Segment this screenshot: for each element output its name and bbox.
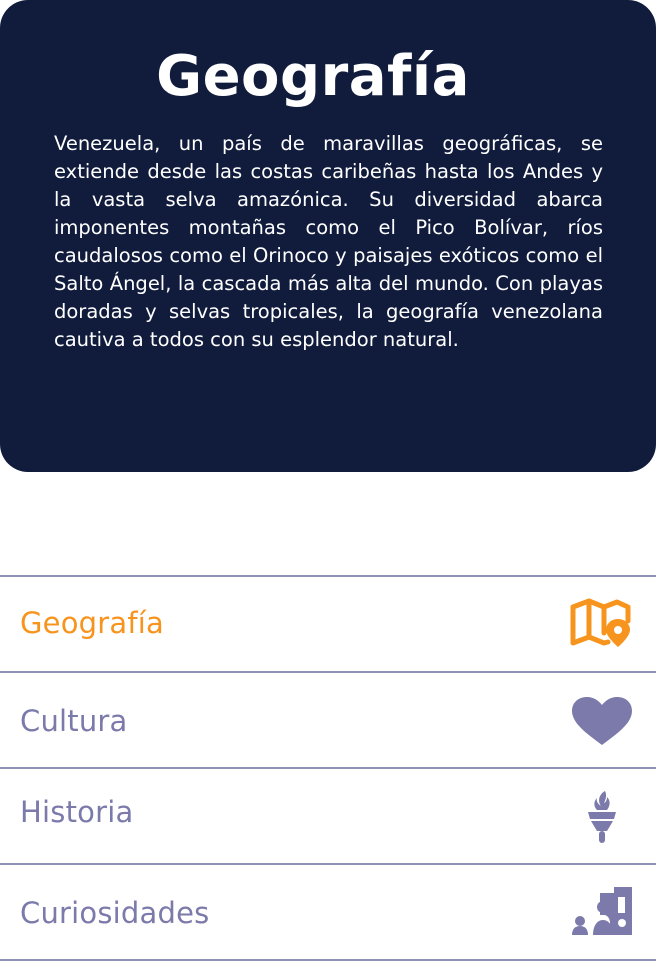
card-description: Venezuela, un país de maravillas geográf… [54,132,603,351]
menu-item-label: Cultura [20,704,128,738]
torch-icon [570,789,634,845]
map-pin-icon [570,597,634,653]
menu-item-label: Curiosidades [20,896,210,930]
menu-item-geografia[interactable]: Geografía [0,575,656,671]
menu-item-curiosidades[interactable]: Curiosidades [0,863,656,961]
card-title: Geografía [156,44,470,109]
menu-item-label: Geografía [20,606,164,640]
menu-item-historia[interactable]: Historia [0,767,656,863]
menu-item-label: Historia [20,795,134,829]
people-curiosities-icon [570,887,634,943]
menu-item-cultura[interactable]: Cultura [0,671,656,767]
info-card: Geografía Venezuela, un país de maravill… [0,0,656,472]
heart-icon [570,695,634,751]
